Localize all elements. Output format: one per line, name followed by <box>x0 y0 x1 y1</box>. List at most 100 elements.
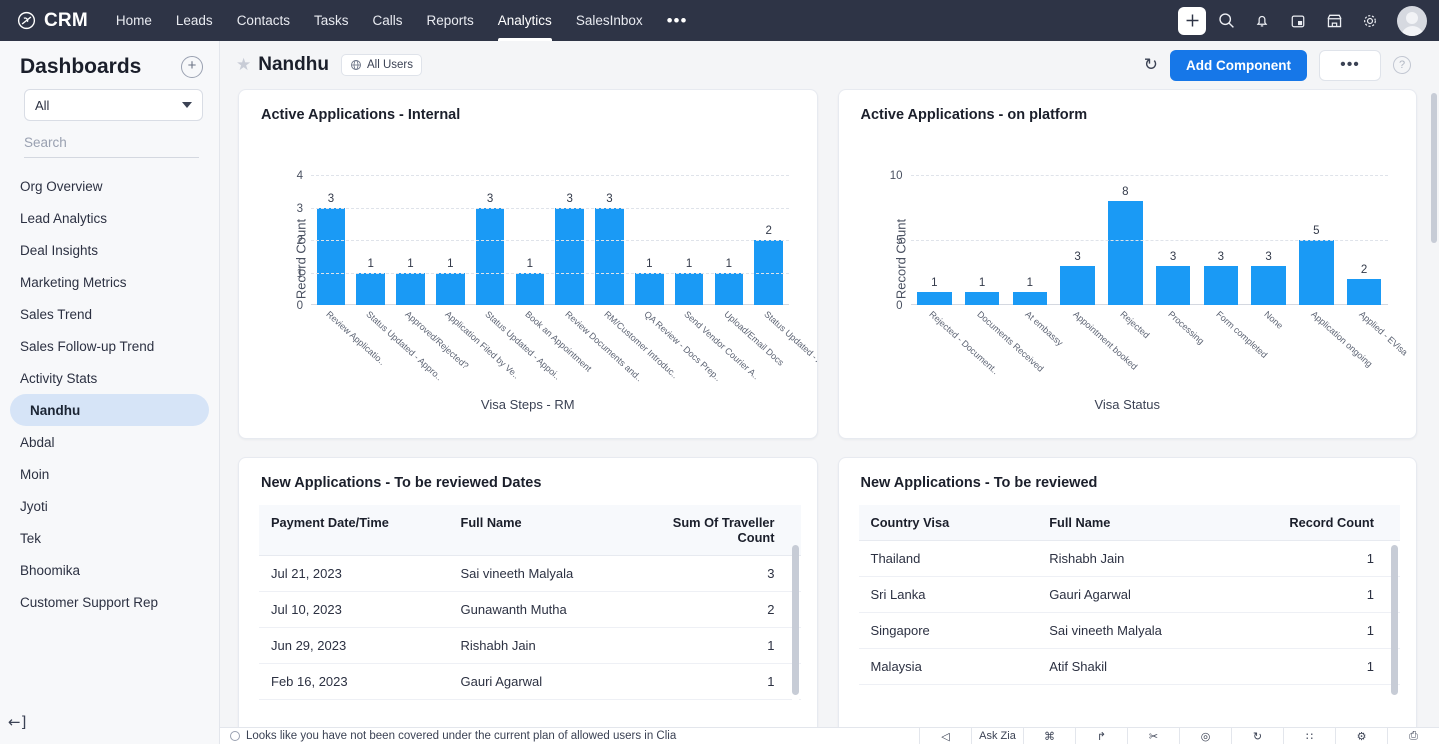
bar[interactable] <box>317 208 346 306</box>
bar[interactable] <box>1251 266 1285 305</box>
table-row[interactable]: Sri LankaGauri Agarwal1 <box>859 577 1401 613</box>
bar-value-label: 3 <box>1170 251 1176 263</box>
refresh-icon[interactable]: ↻ <box>1144 55 1158 75</box>
bottom-toolbar-button[interactable]: ✂ <box>1127 728 1179 744</box>
bar[interactable] <box>1013 292 1047 305</box>
sidebar-item-sales-follow-up-trend[interactable]: Sales Follow-up Trend <box>0 330 209 362</box>
bar[interactable] <box>1299 240 1333 305</box>
table-row[interactable]: ThailandRishabh Jain1 <box>859 541 1401 577</box>
more-options-button[interactable]: ••• <box>1319 50 1381 81</box>
column-header-record-count[interactable]: Record Count <box>1238 505 1400 541</box>
column-header-payment-date[interactable]: Payment Date/Time <box>259 505 449 556</box>
bar[interactable] <box>396 273 425 306</box>
table-cell: Singapore <box>859 613 1038 649</box>
bar[interactable] <box>1347 279 1381 305</box>
bar[interactable] <box>715 273 744 306</box>
sidebar-item-nandhu[interactable]: Nandhu <box>10 394 209 426</box>
table-cell: Rishabh Jain <box>1037 541 1237 577</box>
nav-item-leads[interactable]: Leads <box>164 0 225 41</box>
bottom-toolbar-button[interactable]: ⎙ <box>1387 728 1439 744</box>
bar[interactable] <box>516 273 545 306</box>
brand-logo[interactable]: CRM <box>16 10 88 32</box>
bottom-toolbar-button[interactable]: ∷ <box>1283 728 1335 744</box>
column-header-sum-traveller-count[interactable]: Sum Of Traveller Count <box>638 505 800 556</box>
table-scrollbar[interactable] <box>1391 545 1398 693</box>
bottom-toolbar-button[interactable]: ⌘ <box>1023 728 1075 744</box>
avatar[interactable] <box>1397 6 1427 36</box>
bar[interactable] <box>1204 266 1238 305</box>
help-icon[interactable]: ? <box>1393 56 1411 74</box>
nav-item-reports[interactable]: Reports <box>415 0 486 41</box>
bottom-toolbar-button[interactable]: Ask Zia <box>971 728 1023 744</box>
table-row[interactable]: Jul 10, 2023Gunawanth Mutha2 <box>259 592 801 628</box>
add-component-button[interactable]: Add Component <box>1170 50 1307 81</box>
bottom-toolbar-button[interactable]: ◁ <box>919 728 971 744</box>
sidebar-item-deal-insights[interactable]: Deal Insights <box>0 234 209 266</box>
store-icon[interactable] <box>1318 5 1350 37</box>
nav-more-icon[interactable]: ••• <box>655 0 700 41</box>
column-header-full-name[interactable]: Full Name <box>1037 505 1237 541</box>
sidebar-item-customer-support-rep[interactable]: Customer Support Rep <box>0 586 209 618</box>
bar-value-label: 2 <box>765 225 771 237</box>
table-cell: Gunawanth Mutha <box>449 592 639 628</box>
add-dashboard-icon[interactable]: + <box>181 56 203 78</box>
bar[interactable] <box>555 208 584 306</box>
bar[interactable] <box>635 273 664 306</box>
bar[interactable] <box>1060 266 1094 305</box>
bar[interactable] <box>917 292 951 305</box>
nav-item-calls[interactable]: Calls <box>360 0 414 41</box>
table-row[interactable]: Jul 21, 2023Sai vineeth Malyala3 <box>259 556 801 592</box>
x-axis-tick: Appointment booked <box>1054 307 1102 393</box>
column-header-full-name[interactable]: Full Name <box>449 505 639 556</box>
page-scrollbar[interactable] <box>1431 93 1437 724</box>
nav-item-contacts[interactable]: Contacts <box>225 0 302 41</box>
bottom-toolbar-button[interactable]: ◎ <box>1179 728 1231 744</box>
bar[interactable] <box>965 292 999 305</box>
sidebar-item-lead-analytics[interactable]: Lead Analytics <box>0 202 209 234</box>
chart-card-active-applications-internal: Active Applications - Internal Record Co… <box>238 89 818 439</box>
search-input[interactable] <box>24 135 199 150</box>
bar[interactable] <box>436 273 465 306</box>
table-row[interactable]: MalaysiaAtif Shakil1 <box>859 649 1401 685</box>
table-row[interactable]: Feb 16, 2023Gauri Agarwal1 <box>259 664 801 700</box>
table-title: New Applications - To be reviewed Dates <box>239 458 817 491</box>
column-header-country-visa[interactable]: Country Visa <box>859 505 1038 541</box>
bar[interactable] <box>675 273 704 306</box>
bar[interactable] <box>1108 201 1142 305</box>
search-icon[interactable] <box>1210 5 1242 37</box>
bottom-toolbar-button[interactable]: ↱ <box>1075 728 1127 744</box>
bottom-toolbar-button[interactable]: ↻ <box>1231 728 1283 744</box>
nav-item-salesinbox[interactable]: SalesInbox <box>564 0 655 41</box>
collapse-sidebar-icon[interactable]: ←] <box>8 713 26 731</box>
dashboard-filter-select[interactable]: All <box>24 89 203 121</box>
sidebar-item-jyoti[interactable]: Jyoti <box>0 490 209 522</box>
table-scrollbar[interactable] <box>792 545 799 708</box>
bottom-toolbar-button[interactable]: ⚙ <box>1335 728 1387 744</box>
table-row[interactable]: Jun 29, 2023Rishabh Jain1 <box>259 628 801 664</box>
nav-item-analytics[interactable]: Analytics <box>486 0 564 41</box>
calendar-icon[interactable] <box>1282 5 1314 37</box>
top-actions <box>1178 5 1427 37</box>
sidebar-item-activity-stats[interactable]: Activity Stats <box>0 362 209 394</box>
sidebar-item-abdal[interactable]: Abdal <box>0 426 209 458</box>
favorite-star-icon[interactable]: ★ <box>236 55 251 75</box>
sidebar-item-moin[interactable]: Moin <box>0 458 209 490</box>
sidebar-item-bhoomika[interactable]: Bhoomika <box>0 554 209 586</box>
sidebar-item-org-overview[interactable]: Org Overview <box>0 170 209 202</box>
bar[interactable] <box>595 208 624 306</box>
nav-item-home[interactable]: Home <box>104 0 164 41</box>
table-row[interactable]: SingaporeSai vineeth Malyala1 <box>859 613 1401 649</box>
sidebar-item-marketing-metrics[interactable]: Marketing Metrics <box>0 266 209 298</box>
sidebar-item-sales-trend[interactable]: Sales Trend <box>0 298 209 330</box>
nav-item-tasks[interactable]: Tasks <box>302 0 361 41</box>
sidebar-item-tek[interactable]: Tek <box>0 522 209 554</box>
x-axis-tick: Processing <box>1149 307 1197 393</box>
plus-icon[interactable] <box>1178 7 1206 35</box>
share-scope-badge[interactable]: All Users <box>341 54 422 76</box>
bar[interactable] <box>1156 266 1190 305</box>
bar-value-label: 1 <box>527 258 533 270</box>
gear-icon[interactable] <box>1354 5 1386 37</box>
bar[interactable] <box>356 273 385 306</box>
bar[interactable] <box>476 208 505 306</box>
bell-icon[interactable] <box>1246 5 1278 37</box>
